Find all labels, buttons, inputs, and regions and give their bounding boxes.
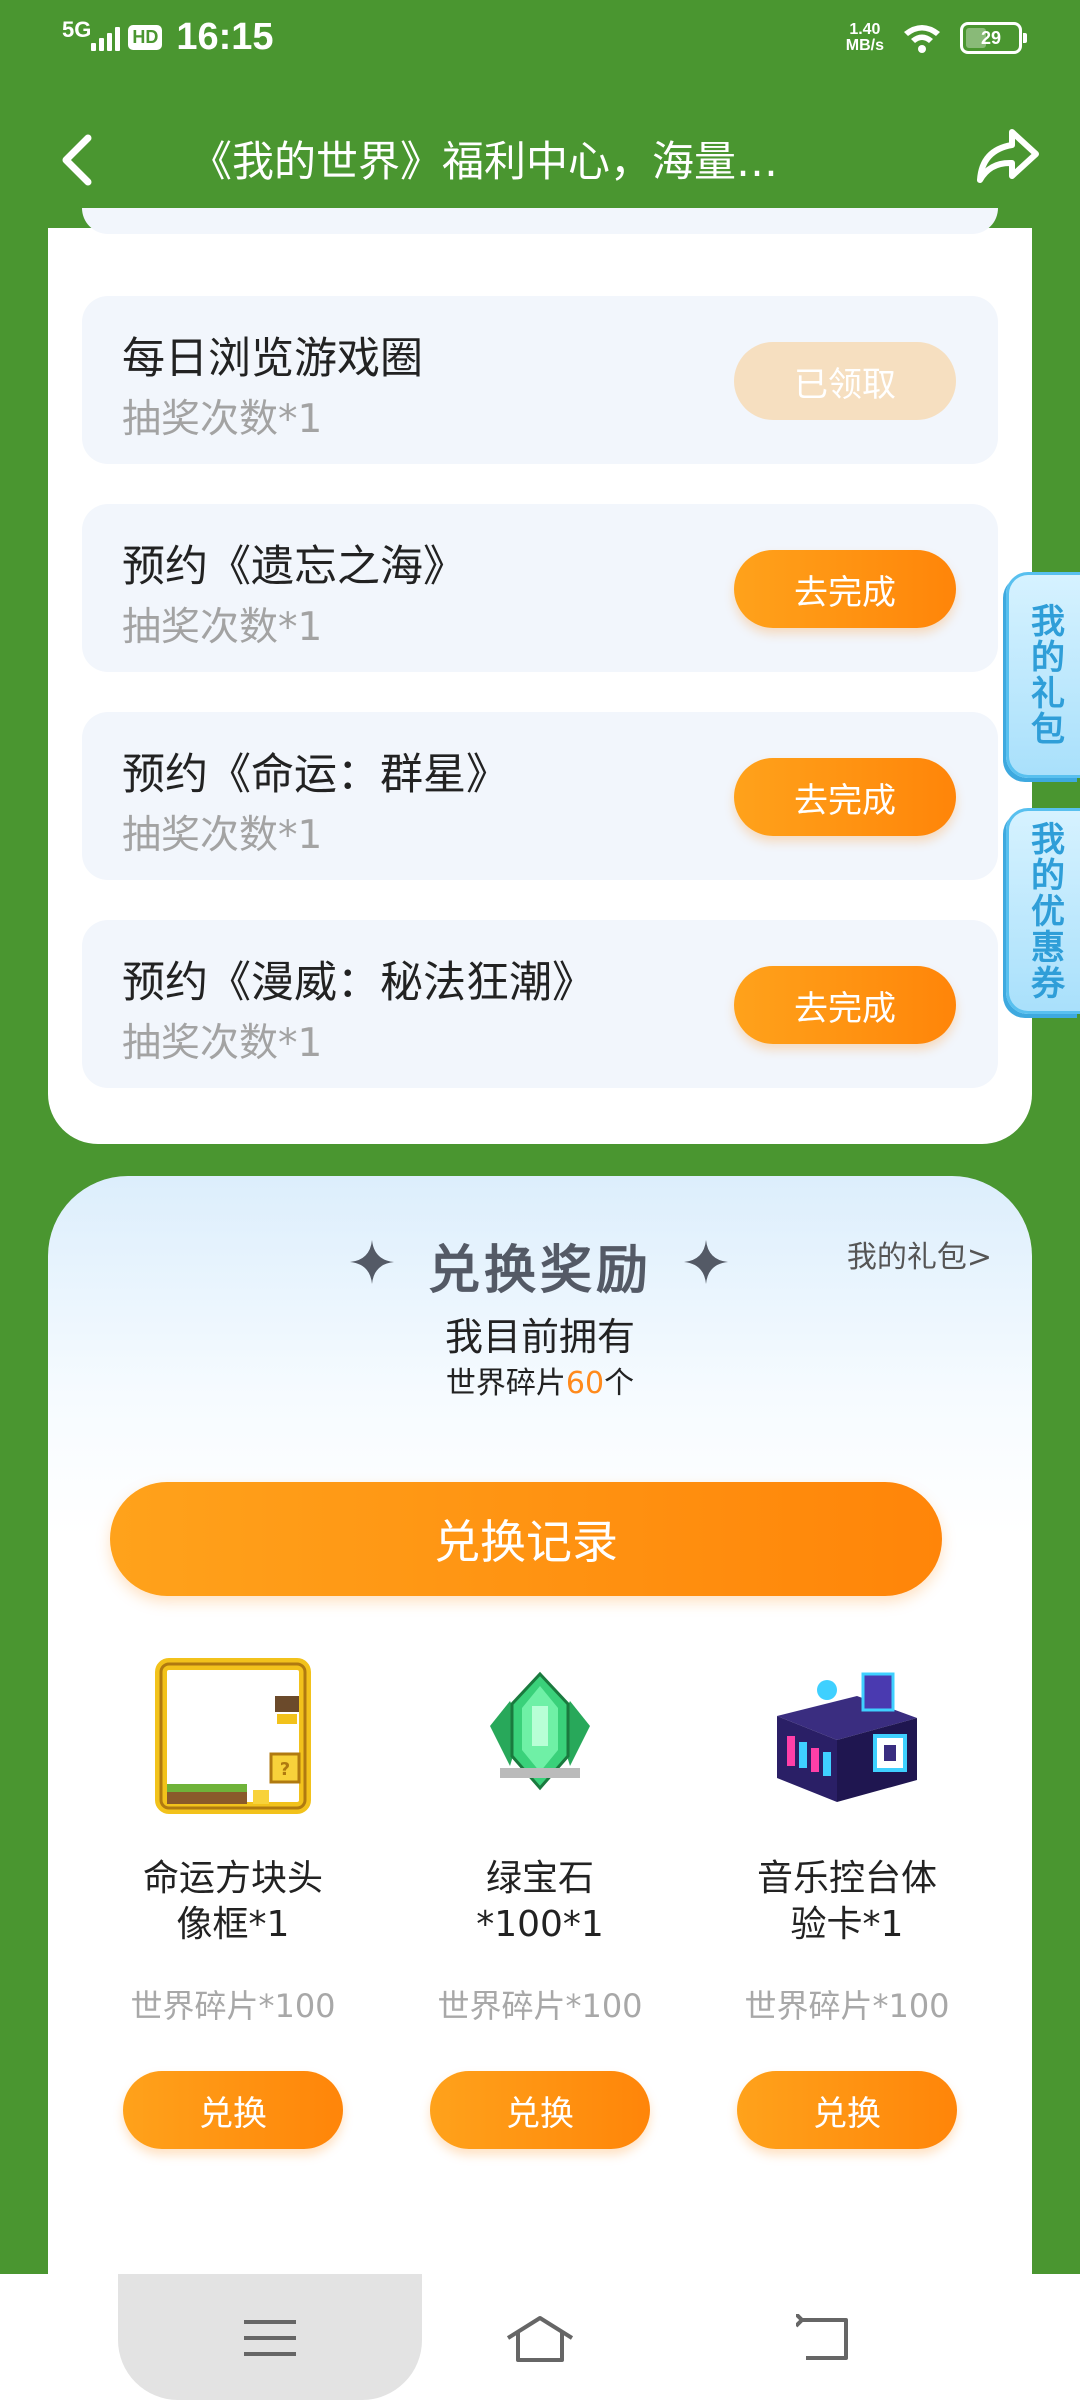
task-item: 预约《漫威：秘法狂潮》 抽奖次数*1 去完成 xyxy=(82,920,998,1088)
reward-name-line1: 命运方块头 xyxy=(142,1858,323,1899)
redeem-button[interactable]: 兑换 xyxy=(737,2071,957,2149)
own-fragments: 世界碎片60个 xyxy=(48,1358,1032,1402)
battery-level: 29 xyxy=(980,27,1002,48)
reward-item: ? 命运方块头 像框*1 世界碎片*100 兑换 xyxy=(98,1656,348,2176)
task-item: 预约《命运：群星》 抽奖次数*1 去完成 xyxy=(82,712,998,880)
status-time: 16:15 xyxy=(176,16,274,58)
redeem-button[interactable]: 兑换 xyxy=(123,2071,343,2149)
task-reward: 抽奖次数*1 xyxy=(122,1021,323,1066)
network-type: 5G xyxy=(62,16,92,42)
reward-name-line1: 音乐控台体 xyxy=(756,1858,937,1899)
wifi-icon xyxy=(904,25,940,53)
exchange-card: 兑换奖励 我的礼包> 我目前拥有 世界碎片60个 兑换记录 ? 命运方块头 像框… xyxy=(48,1176,1032,2276)
task-name: 预约《漫威：秘法狂潮》 xyxy=(122,958,595,1008)
exchange-record-button[interactable]: 兑换记录 xyxy=(110,1482,942,1596)
svg-text:?: ? xyxy=(280,1759,290,1780)
task-item: 预约《遗忘之海》 抽奖次数*1 去完成 xyxy=(82,504,998,672)
reward-name: 音乐控台体 验卡*1 xyxy=(712,1856,982,1948)
reward-cost: 世界碎片*100 xyxy=(437,1987,643,2025)
sparkle-icon xyxy=(684,1240,728,1284)
network-speed-value: 1.40 xyxy=(849,21,881,38)
reward-name: 命运方块头 像框*1 xyxy=(98,1856,368,1948)
signal-icon xyxy=(91,25,121,51)
go-complete-button[interactable]: 去完成 xyxy=(734,966,956,1044)
claimed-button[interactable]: 已领取 xyxy=(734,342,956,420)
header: 《我的世界》福利中心，海量… xyxy=(0,110,1080,200)
hd-badge: HD xyxy=(128,25,163,50)
status-left: 5G HD 16:15 xyxy=(62,16,274,59)
reward-item: 绿宝石 *100*1 世界碎片*100 兑换 xyxy=(405,1656,655,2176)
task-card: 每日浏览游戏圈 抽奖次数*1 已领取 预约《遗忘之海》 抽奖次数*1 去完成 预… xyxy=(48,208,1032,1144)
task-name: 每日浏览游戏圈 xyxy=(122,334,423,384)
reward-name-line1: 绿宝石 xyxy=(485,1858,594,1899)
status-right: 1.40 MB/s 29 xyxy=(846,22,1027,54)
task-reward: 抽奖次数*1 xyxy=(122,605,323,650)
task-item: 每日浏览游戏圈 抽奖次数*1 已领取 xyxy=(82,296,998,464)
back-icon[interactable] xyxy=(52,130,102,190)
menu-button[interactable] xyxy=(118,2274,422,2400)
reward-name-line2: 像框*1 xyxy=(176,1904,290,1945)
avatar-frame-icon: ? xyxy=(155,1658,311,1814)
menu-icon xyxy=(244,2320,296,2356)
my-gifts-link[interactable]: 我的礼包> xyxy=(847,1232,992,1276)
reward-name-line2: *100*1 xyxy=(476,1904,604,1945)
home-icon[interactable] xyxy=(504,2314,576,2364)
my-coupons-tab[interactable]: 我的优惠券 xyxy=(1006,808,1080,1014)
reward-item: 音乐控台体 验卡*1 世界碎片*100 兑换 xyxy=(712,1656,962,2176)
share-icon[interactable] xyxy=(972,126,1042,188)
task-name: 预约《命运：群星》 xyxy=(122,750,509,800)
redeem-button[interactable]: 兑换 xyxy=(430,2071,650,2149)
reward-name-line2: 验卡*1 xyxy=(790,1904,904,1945)
own-prefix: 世界碎片 xyxy=(445,1366,566,1401)
system-nav-bar xyxy=(0,2274,1080,2400)
own-suffix: 个 xyxy=(604,1366,635,1401)
task-reward: 抽奖次数*1 xyxy=(122,813,323,858)
own-count: 60 xyxy=(565,1366,605,1401)
music-console-icon xyxy=(777,1672,917,1802)
my-gifts-tab[interactable]: 我的礼包 xyxy=(1006,572,1080,778)
task-item-partial xyxy=(82,208,998,234)
network-speed: 1.40 MB/s xyxy=(846,22,884,54)
page-title: 《我的世界》福利中心，海量… xyxy=(190,137,779,186)
go-complete-button[interactable]: 去完成 xyxy=(734,758,956,836)
status-bar: 5G HD 16:15 1.40 MB/s 29 xyxy=(0,0,1080,84)
own-title: 我目前拥有 xyxy=(444,1315,635,1359)
network-speed-unit: MB/s xyxy=(845,37,884,54)
reward-cost: 世界碎片*100 xyxy=(744,1987,950,2025)
go-complete-button[interactable]: 去完成 xyxy=(734,550,956,628)
task-name: 预约《遗忘之海》 xyxy=(122,542,466,592)
emerald-icon xyxy=(490,1671,590,1791)
reward-cost: 世界碎片*100 xyxy=(130,1987,336,2025)
back-nav-icon[interactable] xyxy=(796,2314,852,2364)
task-reward: 抽奖次数*1 xyxy=(122,397,323,442)
battery-icon: 29 xyxy=(960,22,1027,54)
reward-name: 绿宝石 *100*1 xyxy=(405,1856,675,1948)
